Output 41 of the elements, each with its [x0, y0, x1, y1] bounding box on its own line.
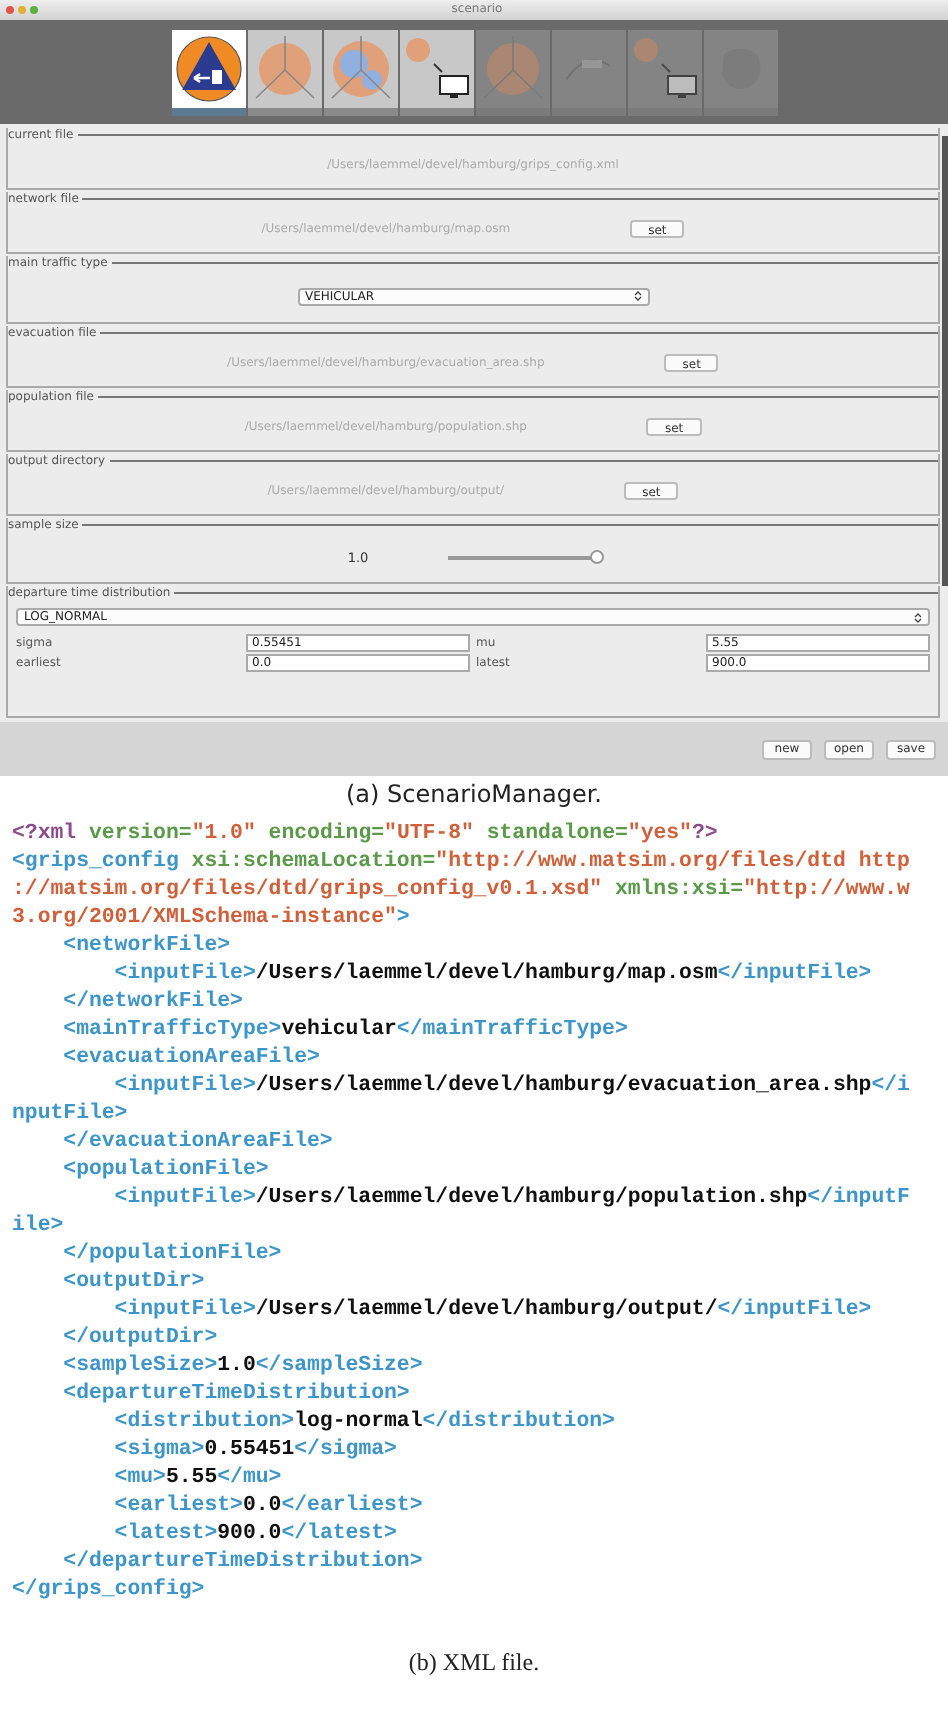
- code-line: <networkFile>: [61, 932, 231, 960]
- code-line: ://matsim.org/files/dtd/grips_config_v0.1.xsd" xmlns:xsi="http://www.w: [12, 876, 910, 904]
- code-line: <grips_config xsi:schemaLocation="http://www.matsim.org/files/dtd http: [12, 848, 910, 876]
- code-line: <departureTimeDistribution>: [61, 1380, 410, 1408]
- code-line: <mainTrafficType>vehicular</mainTrafficType>: [61, 1016, 628, 1044]
- code-line: nputFile>: [12, 1100, 128, 1128]
- code-line: 3.org/2001/XMLSchema-instance">: [12, 904, 410, 932]
- code-line: <inputFile>/Users/laemmel/devel/hamburg/output/</inputFile>: [112, 1296, 872, 1324]
- code-line: <inputFile>/Users/laemmel/devel/hamburg/evacuation_area.shp</i: [112, 1072, 910, 1100]
- figure-caption: (b) XML file.: [408, 1648, 540, 1676]
- code-line: <sampleSize>1.0</sampleSize>: [61, 1352, 423, 1380]
- evacuation-sign-icon: [171, 30, 245, 108]
- code-line: <latest>900.0</latest>: [112, 1520, 397, 1548]
- code-line: <populationFile>: [61, 1156, 269, 1184]
- code-line: </departureTimeDistribution>: [61, 1548, 423, 1576]
- code-line: </outputDir>: [61, 1324, 218, 1352]
- code-line: <outputDir>: [61, 1268, 205, 1296]
- updown-arrows-icon: [633, 290, 641, 302]
- zoom-icon[interactable]: [30, 6, 38, 14]
- code-line: </evacuationAreaFile>: [61, 1128, 333, 1156]
- code-line: <evacuationAreaFile>: [61, 1044, 320, 1072]
- close-icon[interactable]: [6, 6, 14, 14]
- code-line: <?xml version="1.0" encoding="UTF-8" standalone="yes"?>: [12, 820, 718, 848]
- code-line: </networkFile>: [61, 988, 243, 1016]
- scrollbar[interactable]: [942, 136, 948, 586]
- code-line: <sigma>0.55451</sigma>: [112, 1436, 397, 1464]
- code-line: <earliest>0.0</earliest>: [112, 1492, 423, 1520]
- figure-caption: (a) ScenarioManager.: [345, 780, 602, 808]
- code-line: <inputFile>/Users/laemmel/devel/hamburg/population.shp</inputF: [112, 1184, 910, 1212]
- tool-button[interactable]: [399, 30, 473, 116]
- minimize-icon[interactable]: [18, 6, 26, 14]
- tool-button[interactable]: [171, 30, 245, 116]
- code-line: <inputFile>/Users/laemmel/devel/hamburg/map.osm</inputFile>: [112, 960, 872, 988]
- code-line: </populationFile>: [61, 1240, 282, 1268]
- route-icon: [566, 56, 610, 82]
- code-line: ile>: [12, 1212, 64, 1240]
- code-line: <distribution>log-normal</distribution>: [112, 1408, 615, 1436]
- code-line: </grips_config>: [12, 1576, 205, 1604]
- updown-arrows-icon: [914, 611, 922, 623]
- code-line: <mu>5.55</mu>: [112, 1464, 282, 1492]
- slider-thumb[interactable]: [590, 549, 605, 563]
